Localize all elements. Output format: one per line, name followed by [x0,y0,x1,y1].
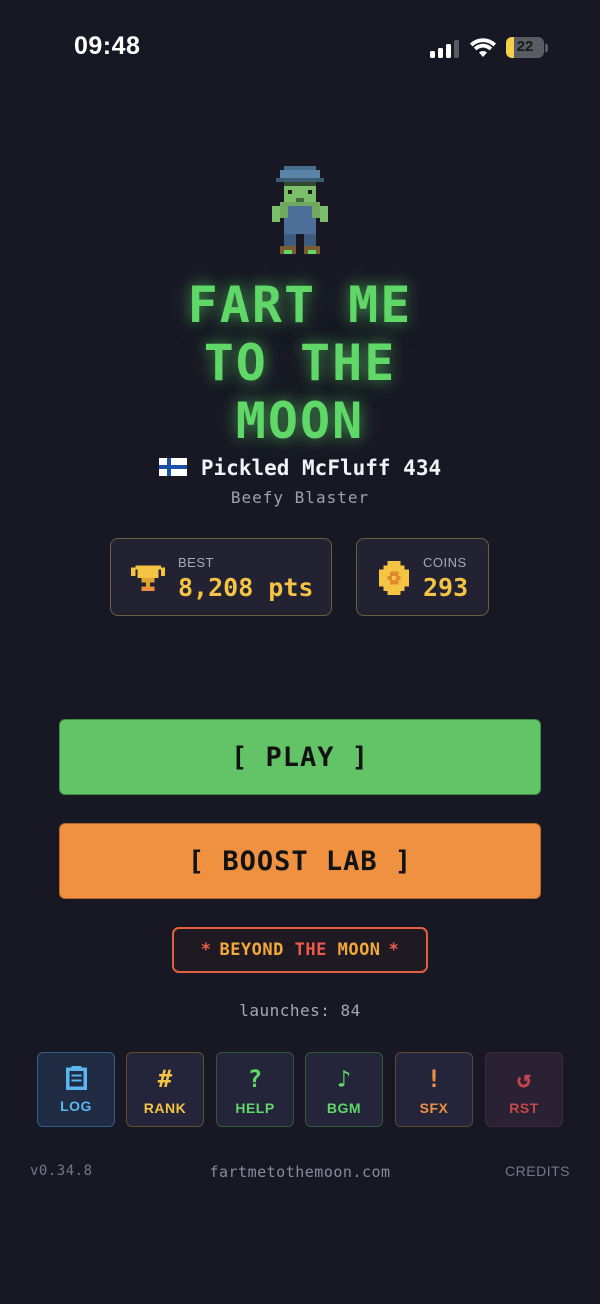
rank-button[interactable]: # RANK [126,1052,204,1127]
log-button[interactable]: LOG [37,1052,115,1127]
music-note-icon: ♪ [336,1065,352,1093]
beyond-the-moon-button[interactable]: * BEYOND THE MOON * [172,927,428,973]
coins-label: COINS [423,555,467,570]
status-bar: 09:48 22 [0,0,600,96]
bgm-label: BGM [326,1100,362,1116]
player-name-row: Pickled McFluff 434 [0,456,600,480]
coins-value: 293 [423,573,469,602]
player-name: Pickled McFluff 434 [200,456,442,480]
exclamation-icon: ! [426,1065,442,1093]
launches-count: launches: 84 [239,1001,361,1020]
best-value: 8,208 pts [178,573,314,602]
credits-link[interactable]: CREDITS [505,1163,570,1179]
star-icon: * [200,940,212,960]
best-label: BEST [178,555,214,570]
hash-icon: # [157,1065,173,1093]
reset-button[interactable]: ↺ RST [485,1052,563,1127]
help-button[interactable]: ? HELP [216,1052,294,1127]
star-icon: * [388,940,400,960]
moon-word: MOON [337,940,381,960]
finland-flag-icon [158,458,187,476]
bgm-button[interactable]: ♪ BGM [305,1052,383,1127]
battery-icon: 22 [506,37,544,58]
best-score-card: BEST 8,208 pts [110,538,332,616]
battery-nub [545,44,548,52]
pixel-character-icon [272,166,328,254]
game-title: FART ME TO THE MOON [187,276,413,450]
player-rank: Beefy Blaster [230,488,370,507]
reset-icon: ↺ [516,1065,532,1093]
trophy-icon [131,565,165,591]
reset-label: RST [509,1100,539,1116]
beyond-word: BEYOND [219,940,284,960]
coins-card: COINS 293 [356,538,489,616]
log-icon [66,1066,87,1090]
signal-icon [430,40,460,58]
log-label: LOG [60,1098,92,1114]
rank-label: RANK [143,1100,187,1116]
the-word: THE [294,940,327,960]
wifi-icon [470,38,496,57]
battery-percent: 22 [516,38,534,55]
help-label: HELP [235,1100,275,1116]
coin-icon [379,561,409,595]
question-icon: ? [247,1065,263,1093]
status-time: 09:48 [74,32,141,60]
boost-lab-button[interactable]: [ BOOST LAB ] [59,823,541,899]
sfx-label: SFX [419,1100,449,1116]
sfx-button[interactable]: ! SFX [395,1052,473,1127]
play-button[interactable]: [ PLAY ] [59,719,541,795]
